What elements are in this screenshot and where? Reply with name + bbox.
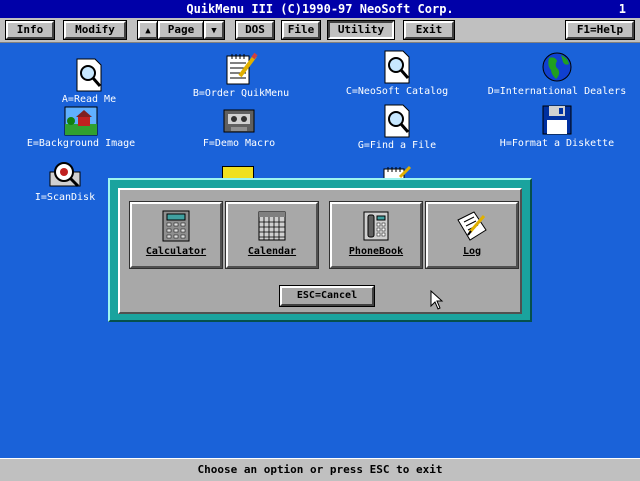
modify-button[interactable]: Modify: [63, 20, 127, 40]
notepad-pencil-icon: [457, 211, 487, 241]
exit-button[interactable]: Exit: [403, 20, 455, 40]
phonebook-button[interactable]: PhoneBook: [329, 201, 423, 269]
desktop-item-order-quikmenu[interactable]: B=Order QuikMenu: [166, 52, 316, 99]
globe-icon: [542, 52, 572, 82]
page-button[interactable]: Page: [157, 20, 205, 40]
calendar-icon: [258, 211, 286, 241]
desktop-item-demo-macro[interactable]: F=Demo Macro: [164, 108, 314, 149]
calculator-label: Calculator: [145, 246, 207, 257]
arrow-down-icon: ▼: [211, 26, 217, 36]
help-button[interactable]: F1=Help: [565, 20, 635, 40]
calculator-icon: [162, 210, 190, 242]
log-button[interactable]: Log: [425, 201, 519, 269]
desktop-item-format-a-diskette[interactable]: H=Format a Diskette: [482, 104, 632, 149]
phonebook-label: PhoneBook: [348, 246, 404, 257]
landscape-picture-icon: [64, 106, 98, 136]
page-down-button[interactable]: ▼: [203, 20, 225, 40]
utility-button[interactable]: Utility: [327, 20, 395, 40]
desktop-item-read-me[interactable]: A=Read Me: [14, 58, 164, 105]
desktop-item-label: B=Order QuikMenu: [192, 88, 290, 99]
cancel-button[interactable]: ESC=Cancel: [279, 285, 375, 307]
desktop-item-find-a-file[interactable]: G=Find a File: [322, 104, 472, 151]
log-label: Log: [462, 246, 482, 257]
utility-dialog: Calculator Calendar PhoneBook Log ESC=Ca…: [108, 178, 532, 322]
telephone-icon: [363, 211, 389, 241]
floppy-disk-icon: [542, 105, 572, 135]
file-button[interactable]: File: [281, 20, 321, 40]
notepad-pencil-icon: [382, 164, 412, 180]
status-bar: Choose an option or press ESC to exit: [0, 458, 640, 481]
desktop-item-label: C=NeoSoft Catalog: [345, 86, 449, 97]
calendar-button[interactable]: Calendar: [225, 201, 319, 269]
desktop-item-label: D=International Dealers: [487, 86, 627, 97]
window-title: QuikMenu III (C)1990-97 NeoSoft Corp.: [186, 2, 454, 16]
calculator-button[interactable]: Calculator: [129, 201, 223, 269]
magnifier-document-icon: [76, 58, 102, 92]
magnifier-document-icon: [384, 50, 410, 84]
calendar-label: Calendar: [247, 246, 297, 257]
desktop-item-label: E=Background Image: [26, 138, 136, 149]
arrow-up-icon: ▲: [145, 26, 151, 36]
cassette-tape-icon: [223, 109, 255, 133]
utility-dialog-panel: Calculator Calendar PhoneBook Log ESC=Ca…: [118, 188, 522, 314]
desktop-item-label: H=Format a Diskette: [499, 138, 615, 149]
menu-bar: Info Modify ▲ Page ▼ DOS File Utility Ex…: [0, 18, 640, 43]
desktop-item-label: A=Read Me: [61, 94, 117, 105]
magnifier-document-icon: [384, 104, 410, 138]
notepad-pencil-icon: [226, 52, 258, 85]
desktop-item-label: G=Find a File: [357, 140, 437, 151]
status-text: Choose an option or press ESC to exit: [197, 463, 443, 476]
mouse-cursor-icon: [430, 290, 444, 310]
desktop-item-international-dealers[interactable]: D=International Dealers: [482, 50, 632, 97]
disk-magnifier-icon: [49, 162, 81, 188]
dos-button[interactable]: DOS: [235, 20, 275, 40]
desktop-item-neosoft-catalog[interactable]: C=NeoSoft Catalog: [322, 50, 472, 97]
info-button[interactable]: Info: [5, 20, 55, 40]
page-up-button[interactable]: ▲: [137, 20, 159, 40]
desktop-item-background-image[interactable]: E=Background Image: [6, 106, 156, 149]
page-number: 1: [618, 2, 626, 16]
title-bar: QuikMenu III (C)1990-97 NeoSoft Corp. 1: [0, 0, 640, 18]
desktop-item-label: F=Demo Macro: [202, 138, 276, 149]
